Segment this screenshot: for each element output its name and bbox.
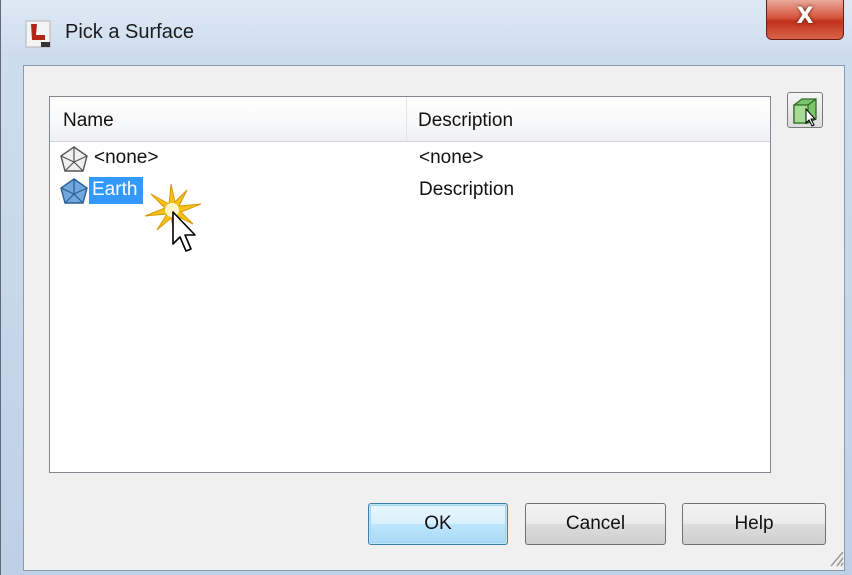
list-header: Name Description <box>50 97 770 142</box>
app-icon <box>25 20 51 48</box>
close-button[interactable]: X <box>766 0 844 40</box>
list-item-description: Description <box>419 179 515 200</box>
surface-icon <box>60 146 88 172</box>
close-icon: X <box>796 4 814 29</box>
list-item-earth[interactable]: Earth Description <box>50 175 770 205</box>
list-item-name: Earth <box>89 177 144 204</box>
ok-button[interactable]: OK <box>368 503 508 545</box>
list-item-none[interactable]: <none> <none> <box>50 143 770 173</box>
list-item-name: <none> <box>94 147 159 168</box>
dialog-window: Pick a Surface X Name Description <none>… <box>0 0 852 575</box>
cancel-button[interactable]: Cancel <box>525 503 666 545</box>
surface-icon <box>60 178 88 204</box>
pick-from-drawing-icon <box>793 98 817 127</box>
resize-grip-icon[interactable] <box>827 548 845 568</box>
window-title: Pick a Surface <box>65 21 194 43</box>
list-item-description: <none> <box>419 147 484 168</box>
column-header-name[interactable]: Name <box>50 97 407 141</box>
help-button[interactable]: Help <box>682 503 826 545</box>
column-header-description-label: Description <box>418 110 514 131</box>
surface-list[interactable]: Name Description <none> <none> Earth Des… <box>49 96 771 473</box>
title-bar[interactable]: Pick a Surface X <box>1 0 852 66</box>
column-header-description[interactable]: Description <box>407 97 770 141</box>
column-header-name-label: Name <box>63 110 114 131</box>
pick-from-drawing-button[interactable] <box>787 92 823 128</box>
